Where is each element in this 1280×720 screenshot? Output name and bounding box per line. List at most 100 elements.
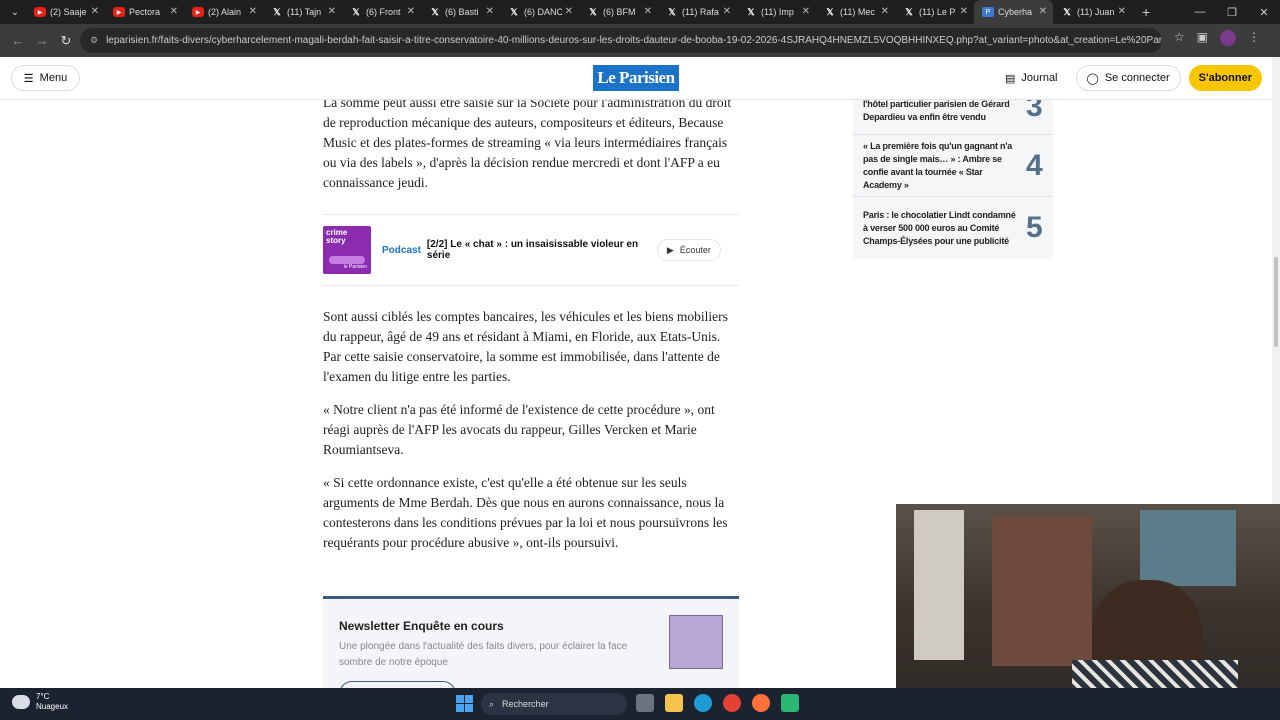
minimize-button[interactable]: —: [1184, 6, 1216, 18]
newspaper-icon: ▤: [1005, 72, 1016, 85]
new-tab-button[interactable]: +: [1142, 4, 1150, 20]
podcast-title[interactable]: [2/2] Le « chat » : un insaisissable vio…: [427, 239, 645, 261]
windows-start-button[interactable]: [456, 695, 473, 712]
tab-label: (11) Tajn: [287, 7, 322, 17]
tab-close-icon[interactable]: ✕: [644, 6, 652, 17]
back-button[interactable]: ←: [6, 33, 30, 48]
tab-close-icon[interactable]: ✕: [1118, 6, 1126, 17]
edge-icon[interactable]: [694, 694, 712, 712]
menu-button[interactable]: ☰ Menu: [11, 65, 80, 91]
browser-tab[interactable]: ▶ (2) Saaje ✕: [26, 0, 105, 24]
taskbar-search[interactable]: ⌕ Rechercher: [481, 693, 627, 715]
browser-tab[interactable]: 𝕏 (6) Front ✕: [342, 0, 421, 24]
leparisien-icon: P: [982, 7, 994, 17]
x-icon: 𝕏: [668, 6, 676, 17]
browser-tab[interactable]: 𝕏 (11) Tajn ✕: [263, 0, 342, 24]
browser-tab[interactable]: 𝕏 (11) Imp ✕: [737, 0, 816, 24]
address-bar[interactable]: ⚙ leparisien.fr/faits-divers/cyberharcel…: [80, 28, 1162, 53]
x-icon: 𝕏: [510, 6, 518, 17]
site-info-icon[interactable]: ⚙: [90, 35, 98, 46]
article-paragraph: La somme peut aussi être saisie sur la S…: [323, 95, 732, 190]
tab-close-icon[interactable]: ✕: [328, 6, 336, 17]
chrome-icon[interactable]: [723, 694, 741, 712]
tab-close-icon[interactable]: ✕: [960, 6, 968, 17]
youtube-icon: ▶: [113, 7, 125, 17]
tab-label: (6) DANC: [524, 7, 562, 17]
hamburger-icon: ☰: [23, 72, 34, 85]
podcast-cover-brand: le Parisien: [343, 264, 367, 270]
browser-tab[interactable]: 𝕏 (6) DANC ✕: [500, 0, 579, 24]
search-label: Rechercher: [502, 699, 549, 709]
webcam-shelf: [992, 516, 1092, 666]
browser-tab[interactable]: 𝕏 (11) Rafa ✕: [658, 0, 737, 24]
browser-tab[interactable]: 𝕏 (11) Juan ✕: [1053, 0, 1132, 24]
tab-close-icon[interactable]: ✕: [802, 6, 810, 17]
newsletter-title: Newsletter Enquête en cours: [339, 619, 504, 633]
most-read-list: l'hôtel particulier parisien de Gérard D…: [853, 87, 1053, 259]
tab-search-button[interactable]: ⌄: [4, 2, 26, 22]
reload-button[interactable]: ↻: [54, 33, 78, 49]
maximize-button[interactable]: ❐: [1216, 6, 1248, 19]
browser-tab[interactable]: 𝕏 (6) BFM ✕: [579, 0, 658, 24]
browser-tab[interactable]: ▶ Pectora ✕: [105, 0, 184, 24]
firefox-icon[interactable]: [752, 694, 770, 712]
podcast-card[interactable]: crime story le Parisien Podcast [2/2] Le…: [323, 214, 739, 286]
le-parisien-logo[interactable]: Le Parisien: [593, 65, 679, 91]
newsletter-box: Newsletter Enquête en cours Une plongée …: [323, 596, 739, 688]
weather-temp: 7°C: [36, 692, 50, 701]
taskbar-apps: [636, 694, 799, 712]
podcast-cover-title: crime story: [326, 228, 348, 245]
most-read-title: « La première fois qu'un gagnant n'a pas…: [863, 140, 1013, 190]
tab-label: (2) Alain: [208, 7, 242, 17]
most-read-title: l'hôtel particulier parisien de Gérard D…: [863, 99, 1010, 122]
weather-widget[interactable]: 7°C Nuageux: [12, 692, 68, 712]
newsletter-description: Une plongée dans l'actualité des faits d…: [339, 641, 628, 668]
tab-close-icon[interactable]: ✕: [486, 6, 494, 17]
most-read-rank: 5: [1026, 211, 1043, 244]
site-header: ☰ Menu Le Parisien ▤ Journal ◯ Se connec…: [0, 57, 1272, 100]
tab-close-icon[interactable]: ✕: [565, 6, 573, 17]
tab-label: (11) Mec: [840, 7, 875, 17]
forward-button[interactable]: →: [30, 33, 54, 48]
taskbar: 7°C Nuageux ⌕ Rechercher: [0, 688, 1280, 720]
bookmark-star-icon[interactable]: ☆: [1174, 30, 1185, 46]
newsletter-subscribe-button[interactable]: [339, 681, 456, 688]
tab-close-icon[interactable]: ✕: [723, 6, 731, 17]
listen-button[interactable]: ▶ Écouter: [656, 239, 721, 261]
profile-avatar[interactable]: [1220, 30, 1236, 46]
subscribe-button[interactable]: S'abonner: [1188, 65, 1262, 91]
tab-strip: ⌄ ▶ (2) Saaje ✕ ▶ Pectora ✕ ▶ (2) Alain ✕ 𝕏 (11) T…: [0, 0, 1280, 24]
extensions-icon[interactable]: ▣: [1197, 30, 1208, 46]
task-view-icon[interactable]: [636, 694, 654, 712]
journal-label: Journal: [1021, 72, 1058, 84]
app-icon[interactable]: [781, 694, 799, 712]
scroll-thumb[interactable]: [1274, 257, 1278, 347]
search-icon: ⌕: [489, 698, 495, 709]
tab-close-icon[interactable]: ✕: [881, 6, 889, 17]
x-icon: 𝕏: [747, 6, 755, 17]
journal-button[interactable]: ▤ Journal: [995, 65, 1067, 91]
podcast-tag: Podcast: [382, 244, 421, 256]
browser-tab[interactable]: 𝕏 (11) Le P ✕: [895, 0, 974, 24]
browser-tab[interactable]: ▶ (2) Alain ✕: [184, 0, 263, 24]
tab-label: (11) Juan: [1077, 7, 1115, 17]
login-button[interactable]: ◯ Se connecter: [1075, 65, 1181, 91]
weather-desc: Nuageux: [36, 702, 69, 711]
file-explorer-icon[interactable]: [665, 694, 683, 712]
tab-close-icon[interactable]: ✕: [407, 6, 415, 17]
more-menu-icon[interactable]: ⋮: [1248, 30, 1260, 46]
browser-tab[interactable]: 𝕏 (6) Basti ✕: [421, 0, 500, 24]
user-icon: ◯: [1086, 72, 1099, 85]
most-read-item[interactable]: « La première fois qu'un gagnant n'a pas…: [853, 135, 1053, 197]
close-window-button[interactable]: ✕: [1248, 6, 1280, 19]
most-read-item[interactable]: Paris : le chocolatier Lindt condamné à …: [853, 197, 1053, 259]
tab-close-icon[interactable]: ✕: [91, 6, 99, 17]
tab-close-icon[interactable]: ✕: [170, 6, 178, 17]
tab-close-icon[interactable]: ✕: [249, 6, 257, 17]
browser-tab[interactable]: 𝕏 (11) Mec ✕: [816, 0, 895, 24]
tab-close-icon[interactable]: ✕: [1039, 6, 1047, 17]
browser-tab[interactable]: P Cyberha ✕: [974, 0, 1053, 24]
tab-label: (6) BFM: [603, 7, 636, 17]
tab-label: Cyberha: [998, 7, 1033, 17]
tab-label: (6) Basti: [445, 7, 479, 17]
